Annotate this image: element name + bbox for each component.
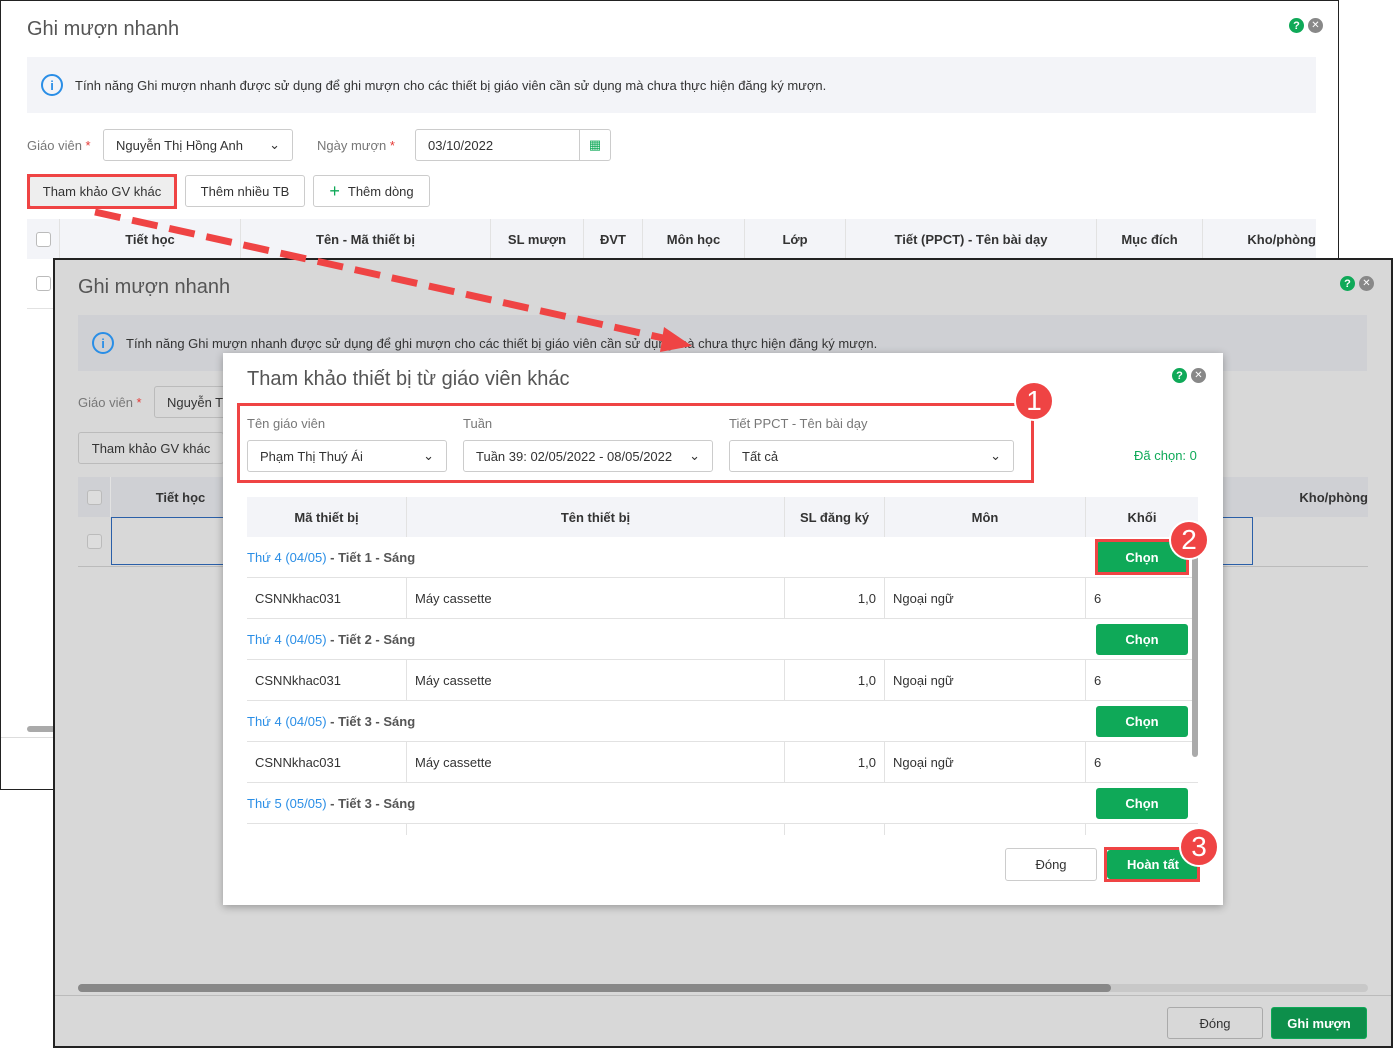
teacher-label: Giáo viên * xyxy=(27,138,91,153)
front-title: Ghi mượn nhanh xyxy=(78,276,231,298)
row-checkbox[interactable] xyxy=(87,534,102,549)
row-checkbox[interactable] xyxy=(36,276,51,291)
close-icon[interactable]: ✕ xyxy=(1308,18,1323,33)
date-label: Ngày mượn * xyxy=(317,138,395,153)
group-period: - Tiết 3 - Sáng xyxy=(326,713,416,729)
cell: CSNNkhac031 xyxy=(247,660,407,700)
scrollbar[interactable] xyxy=(78,984,1368,992)
cell: 1,0 xyxy=(785,742,885,782)
group-period: - Tiết 3 - Sáng xyxy=(326,795,416,811)
cell: Ngoại ngữ xyxy=(885,578,1086,618)
info-banner: i Tính năng Ghi mượn nhanh được sử dụng đ… xyxy=(27,57,1316,113)
scrollbar[interactable] xyxy=(1192,537,1198,757)
help-icon[interactable]: ? xyxy=(1340,276,1355,291)
reference-modal: Tham khảo thiết bị từ giáo viên khác ? ✕ … xyxy=(223,353,1223,905)
reference-teacher-button[interactable]: Tham khảo GV khác xyxy=(78,432,224,464)
chevron-down-icon: ⌄ xyxy=(269,137,280,152)
select-all-checkbox[interactable] xyxy=(35,231,51,247)
cell: Máy cassette xyxy=(407,578,785,618)
calendar-icon[interactable]: ▦ xyxy=(579,130,610,160)
selected-count: Đã chọn: 0 xyxy=(1134,448,1197,463)
group-period: - Tiết 2 - Sáng xyxy=(326,631,416,647)
cell: 1,0 xyxy=(785,578,885,618)
cell xyxy=(247,824,407,835)
group-row: Thứ 5 (05/05) - Tiết 3 - Sáng Chọn xyxy=(247,783,1198,824)
group-row: Thứ 4 (04/05) - Tiết 2 - Sáng Chọn xyxy=(247,619,1198,660)
date-input[interactable]: 03/10/2022 ▦ xyxy=(415,129,611,161)
close-button[interactable]: Đóng xyxy=(1005,848,1097,881)
info-icon: i xyxy=(41,74,63,96)
choose-button[interactable]: Chọn xyxy=(1096,788,1188,819)
choose-button[interactable]: Chọn xyxy=(1096,624,1188,655)
table-row: CSNNkhac031 Máy cassette 1,0 Ngoại ngữ 6 xyxy=(247,660,1198,701)
cell xyxy=(1086,824,1198,835)
info-icon: i xyxy=(92,332,114,354)
add-row-button[interactable]: + Thêm dòng xyxy=(313,175,430,207)
modal-title: Tham khảo thiết bị từ giáo viên khác xyxy=(247,368,570,390)
back-table-header: Tiết học Tên - Mã thiết bị SL mượn ĐVT M… xyxy=(27,219,1316,259)
cell: Ngoại ngữ xyxy=(885,742,1086,782)
cell: Máy cassette xyxy=(407,660,785,700)
info-text: Tính năng Ghi mượn nhanh được sử dụng để… xyxy=(126,335,878,351)
cell: CSNNkhac031 xyxy=(247,742,407,782)
back-title: Ghi mượn nhanh xyxy=(27,18,180,40)
cell: Ngoại ngữ xyxy=(885,660,1086,700)
help-icon[interactable]: ? xyxy=(1289,18,1304,33)
table-row: CSNNkhac031 Máy cassette 1,0 Ngoại ngữ 6 xyxy=(247,578,1198,619)
cell: 6 xyxy=(1094,754,1102,770)
cell xyxy=(407,824,785,835)
table-row: CSNNkhac031 Máy cassette 1,0 Ngoại ngữ 6 xyxy=(247,742,1198,783)
cell: 1,0 xyxy=(785,660,885,700)
close-icon[interactable]: ✕ xyxy=(1191,368,1206,383)
cell: CSNNkhac031 xyxy=(247,578,407,618)
cell: Máy cassette xyxy=(407,742,785,782)
group-row: Thứ 4 (04/05) - Tiết 1 - Sáng Chọn xyxy=(247,537,1198,578)
table-row xyxy=(247,824,1198,835)
add-multiple-button[interactable]: Thêm nhiều TB xyxy=(185,175,305,207)
group-day: Thứ 4 (04/05) xyxy=(247,549,327,565)
modal-table: Mã thiết bị Tên thiết bị SL đăng ký Môn … xyxy=(247,497,1200,835)
group-day: Thứ 5 (05/05) xyxy=(247,795,327,811)
cell xyxy=(885,824,1086,835)
borrow-button[interactable]: Ghi mượn xyxy=(1271,1007,1367,1039)
teacher-select[interactable]: Nguyễn Thị Hồng Anh ⌄ xyxy=(103,129,293,161)
cell: 6 xyxy=(1094,672,1102,688)
cell: 6 xyxy=(1094,590,1102,606)
help-icon[interactable]: ? xyxy=(1172,368,1187,383)
close-icon[interactable]: ✕ xyxy=(1359,276,1374,291)
highlight-box xyxy=(27,174,177,209)
step-badge-3: 3 xyxy=(1179,827,1219,867)
choose-button[interactable]: Chọn xyxy=(1096,706,1188,737)
plus-icon: + xyxy=(329,180,340,201)
step-badge-2: 2 xyxy=(1169,520,1209,560)
highlight-box xyxy=(237,403,1034,483)
select-all-checkbox[interactable] xyxy=(86,489,102,505)
info-text: Tính năng Ghi mượn nhanh được sử dụng để… xyxy=(75,77,827,93)
cell xyxy=(785,824,885,835)
group-day: Thứ 4 (04/05) xyxy=(247,713,327,729)
step-badge-1: 1 xyxy=(1014,381,1054,421)
close-button[interactable]: Đóng xyxy=(1167,1007,1263,1039)
group-period: - Tiết 1 - Sáng xyxy=(326,549,416,565)
group-day: Thứ 4 (04/05) xyxy=(247,631,327,647)
group-row: Thứ 4 (04/05) - Tiết 3 - Sáng Chọn xyxy=(247,701,1198,742)
teacher-label: Giáo viên * xyxy=(78,395,142,410)
